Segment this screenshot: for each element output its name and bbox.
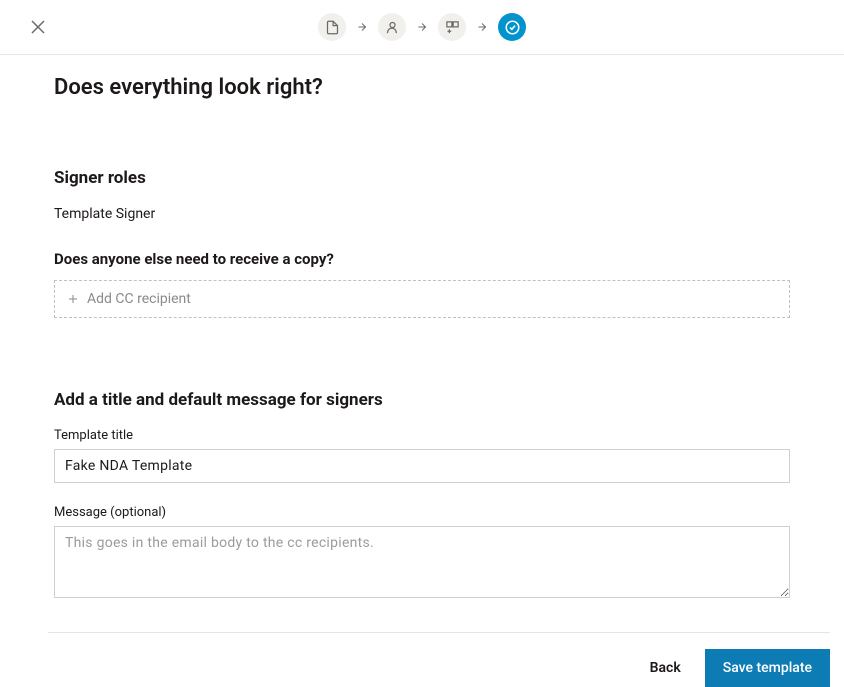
step-review[interactable]: [498, 13, 526, 41]
footer: Back Save template: [48, 632, 830, 687]
cc-placeholder: Add CC recipient: [87, 291, 191, 307]
step-signers[interactable]: [378, 13, 406, 41]
person-icon: [385, 20, 400, 35]
close-icon: [30, 19, 46, 35]
fields-icon: [445, 20, 460, 35]
template-title-label: Template title: [54, 428, 790, 443]
step-document[interactable]: [318, 13, 346, 41]
signer-roles-heading: Signer roles: [54, 168, 790, 188]
close-button[interactable]: [30, 19, 46, 35]
document-icon: [325, 20, 340, 35]
template-title-input[interactable]: [54, 449, 790, 483]
check-circle-icon: [505, 20, 520, 35]
stepper: [318, 13, 526, 41]
message-textarea[interactable]: [54, 526, 790, 598]
page-title: Does everything look right?: [54, 75, 790, 100]
arrow-icon: [476, 21, 488, 33]
cc-recipient-input[interactable]: Add CC recipient: [54, 280, 790, 318]
wizard-header: [0, 0, 844, 55]
save-template-button[interactable]: Save template: [705, 649, 830, 687]
back-button[interactable]: Back: [646, 650, 685, 686]
message-label: Message (optional): [54, 505, 790, 520]
plus-icon: [67, 293, 79, 305]
cc-heading: Does anyone else need to receive a copy?: [54, 250, 790, 268]
arrow-icon: [356, 21, 368, 33]
signer-role-item: Template Signer: [54, 206, 790, 222]
step-fields[interactable]: [438, 13, 466, 41]
message-section-heading: Add a title and default message for sign…: [54, 390, 790, 410]
arrow-icon: [416, 21, 428, 33]
main-content: Does everything look right? Signer roles…: [0, 55, 844, 602]
